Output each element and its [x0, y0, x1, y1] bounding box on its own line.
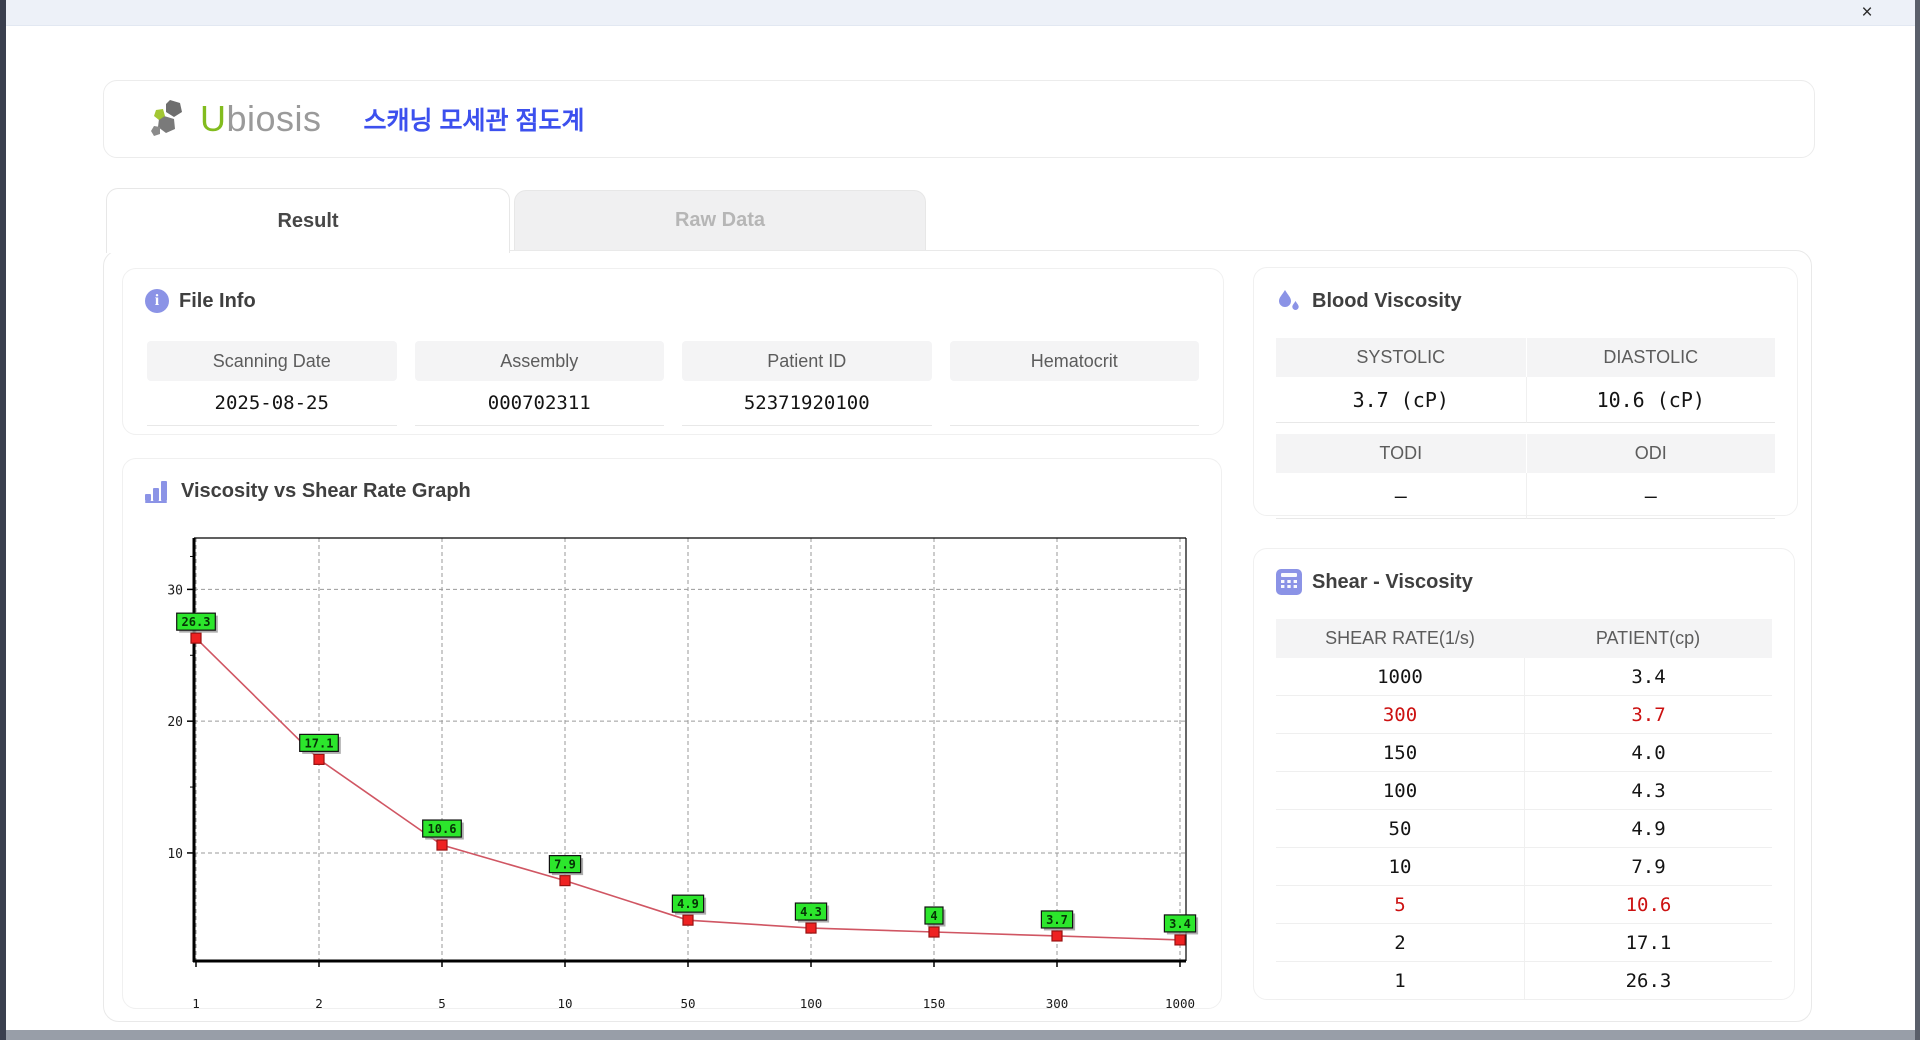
bar-chart-icon — [145, 479, 171, 503]
graph-title: Viscosity vs Shear Rate Graph — [181, 479, 471, 502]
field-label: Hematocrit — [949, 341, 1199, 381]
field-label: Patient ID — [682, 341, 932, 381]
field-value: 52371920100 — [682, 381, 932, 426]
file-info-fields: Scanning Date 2025-08-25 Assembly 000702… — [147, 341, 1199, 426]
table-row: 5 10.6 — [1276, 886, 1772, 924]
svg-text:20: 20 — [167, 715, 183, 730]
shear-viscosity-card: Shear - Viscosity SHEAR RATE(1/s) PATIEN… — [1253, 548, 1795, 1000]
odi-header: ODI — [1525, 434, 1775, 473]
svg-text:4: 4 — [930, 909, 937, 923]
svg-text:1: 1 — [192, 996, 200, 1011]
file-info-card: i File Info Scanning Date 2025-08-25 Ass… — [122, 268, 1224, 435]
field-value: 000702311 — [414, 381, 664, 426]
tab-raw-data[interactable]: Raw Data — [514, 190, 926, 250]
patient-cell: 26.3 — [1524, 962, 1772, 999]
table-row: 10 7.9 — [1276, 848, 1772, 886]
field-label: Scanning Date — [147, 341, 397, 381]
table-row: 2 17.1 — [1276, 924, 1772, 962]
todi-value: – — [1276, 473, 1526, 519]
window-bottom-border — [0, 1030, 1920, 1040]
svg-text:150: 150 — [923, 996, 946, 1011]
todi-header: TODI — [1276, 434, 1526, 473]
viscosity-graph-card: Viscosity vs Shear Rate Graph 10 20 30 1 2 5 1… — [122, 458, 1223, 1011]
shear-cell: 150 — [1382, 741, 1418, 764]
shear-cell: 1000 — [1377, 665, 1423, 688]
field-patient-id: Patient ID 52371920100 — [682, 341, 932, 426]
svg-text:4.3: 4.3 — [800, 905, 822, 919]
systolic-header: SYSTOLIC — [1276, 338, 1526, 377]
app-title: 스캐닝 모세관 점도계 — [363, 107, 585, 135]
patient-cell: 17.1 — [1524, 924, 1772, 961]
svg-text:5: 5 — [438, 996, 446, 1011]
ubiosis-logo: Ubiosis — [148, 96, 322, 142]
svg-text:1000: 1000 — [1165, 996, 1195, 1011]
shear-viscosity-title: Shear - Viscosity — [1312, 570, 1473, 593]
svg-text:2: 2 — [315, 996, 323, 1011]
patient-column-header: PATIENT(cp) — [1595, 628, 1701, 648]
calculator-icon — [1276, 569, 1302, 595]
systolic-value: 3.7 (cP) — [1276, 377, 1526, 423]
shear-cell: 50 — [1388, 817, 1412, 840]
viscosity-shear-plot: 10 20 30 1 2 5 10 50 100 150 300 1000 26.3 17.1 10.6 7.… — [123, 519, 1223, 1011]
svg-text:50: 50 — [680, 996, 695, 1011]
table-row: 50 4.9 — [1276, 810, 1772, 848]
diastolic-value: 10.6 (cP) — [1525, 377, 1775, 423]
table-row: 1 26.3 — [1276, 962, 1772, 1000]
field-value — [949, 381, 1199, 426]
shear-cell: 10 — [1388, 855, 1412, 878]
svg-text:3.4: 3.4 — [1169, 917, 1191, 931]
tab-result[interactable]: Result — [106, 188, 510, 253]
patient-cell: 3.7 — [1524, 696, 1772, 733]
close-icon[interactable]: × — [1854, 2, 1880, 24]
blood-viscosity-title: Blood Viscosity — [1312, 289, 1462, 312]
shear-cell: 5 — [1394, 893, 1406, 916]
table-row: 150 4.0 — [1276, 734, 1772, 772]
shear-cell: 100 — [1382, 779, 1418, 802]
field-label: Assembly — [414, 341, 664, 381]
table-row: 100 4.3 — [1276, 772, 1772, 810]
svg-text:10: 10 — [167, 847, 183, 862]
ubiosis-logo-text: Ubiosis — [200, 98, 322, 139]
svg-text:30: 30 — [167, 583, 183, 598]
blood-viscosity-card: Blood Viscosity SYSTOLIC DIASTOLIC 3.7 (… — [1253, 267, 1798, 519]
svg-text:10: 10 — [557, 996, 572, 1011]
svg-text:17.1: 17.1 — [305, 736, 334, 750]
field-assembly: Assembly 000702311 — [414, 341, 664, 426]
diastolic-header: DIASTOLIC — [1525, 338, 1775, 377]
svg-text:100: 100 — [800, 996, 823, 1011]
blood-viscosity-table: SYSTOLIC DIASTOLIC 3.7 (cP) 10.6 (cP) TO… — [1276, 338, 1775, 519]
shear-rate-column-header: SHEAR RATE(1/s) — [1325, 628, 1475, 648]
svg-text:10.6: 10.6 — [428, 822, 457, 836]
shear-cell: 300 — [1382, 703, 1418, 726]
table-row: 300 3.7 — [1276, 696, 1772, 734]
field-scanning-date: Scanning Date 2025-08-25 — [147, 341, 397, 426]
field-value: 2025-08-25 — [147, 381, 397, 426]
table-header-row: SHEAR RATE(1/s) PATIENT(cp) — [1276, 619, 1772, 658]
file-info-title: File Info — [179, 289, 256, 312]
shear-viscosity-table: SHEAR RATE(1/s) PATIENT(cp) 1000 3.4 300… — [1276, 619, 1772, 1000]
svg-text:3.7: 3.7 — [1046, 913, 1068, 927]
odi-value: – — [1525, 473, 1775, 519]
blood-drops-icon — [1276, 288, 1302, 314]
patient-cell: 4.3 — [1524, 772, 1772, 809]
patient-cell: 4.0 — [1524, 734, 1772, 771]
svg-text:26.3: 26.3 — [182, 615, 211, 629]
field-hematocrit: Hematocrit — [949, 341, 1199, 426]
window-right-border — [1915, 0, 1920, 1040]
patient-cell: 10.6 — [1524, 886, 1772, 923]
patient-cell: 7.9 — [1524, 848, 1772, 885]
shear-cell: 2 — [1394, 931, 1406, 954]
shear-cell: 1 — [1394, 969, 1406, 992]
svg-text:300: 300 — [1046, 996, 1069, 1011]
window-left-border — [0, 0, 6, 1040]
svg-text:7.9: 7.9 — [554, 858, 576, 872]
svg-text:4.9: 4.9 — [677, 897, 699, 911]
patient-cell: 4.9 — [1524, 810, 1772, 847]
window-titlebar: × — [0, 0, 1920, 26]
app-header: Ubiosis 스캐닝 모세관 점도계 — [103, 80, 1815, 158]
patient-cell: 3.4 — [1524, 658, 1772, 695]
ubiosis-logo-mark — [151, 100, 182, 136]
info-icon: i — [145, 289, 169, 313]
table-row: 1000 3.4 — [1276, 658, 1772, 696]
